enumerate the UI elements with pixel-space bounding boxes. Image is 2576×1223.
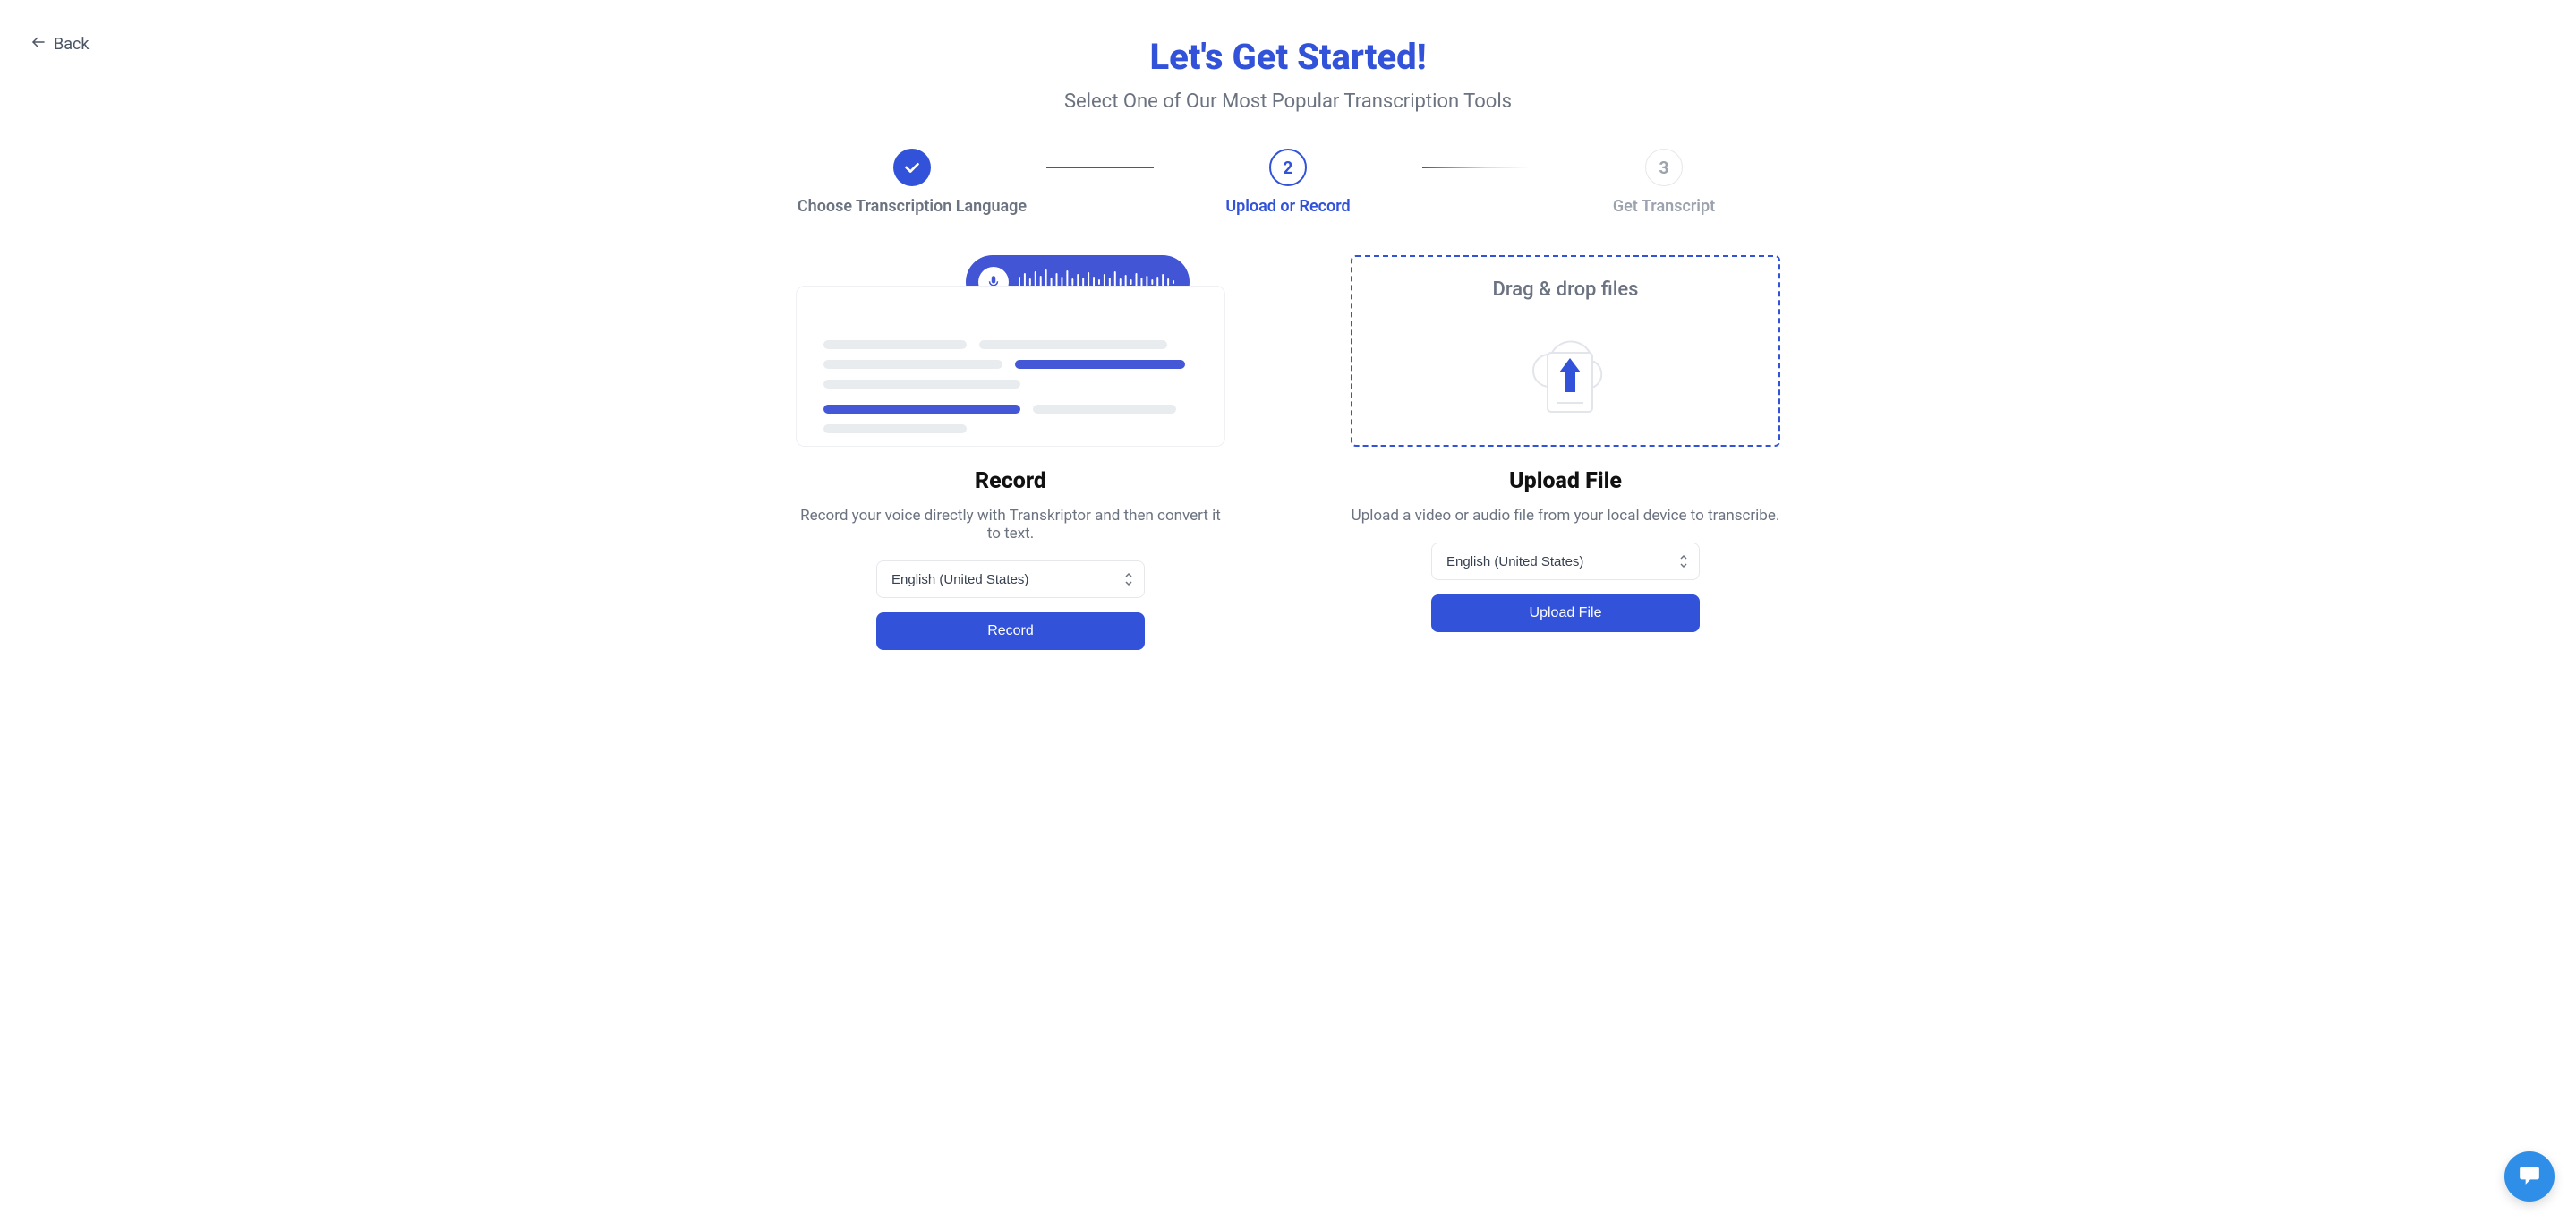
- step-connector: [1046, 167, 1154, 168]
- step-2: 2 Upload or Record: [1154, 149, 1422, 216]
- cloud-upload-icon: [1516, 319, 1615, 414]
- step-2-number: 2: [1269, 149, 1307, 186]
- step-3: 3 Get Transcript: [1530, 149, 1798, 216]
- record-illustration: [796, 255, 1225, 447]
- page-title: Let's Get Started!: [679, 36, 1897, 78]
- record-button[interactable]: Record: [876, 612, 1145, 650]
- back-link[interactable]: Back: [30, 34, 90, 55]
- upload-description: Upload a video or audio file from your l…: [1352, 507, 1780, 525]
- step-2-label: Upload or Record: [1225, 197, 1350, 216]
- upload-card: Drag & drop files Upload File Upload a v…: [1351, 255, 1780, 650]
- record-title: Record: [975, 468, 1046, 494]
- step-1-label: Choose Transcription Language: [798, 197, 1027, 216]
- dropzone-label: Drag & drop files: [1493, 278, 1639, 301]
- chat-icon: [2518, 1163, 2541, 1190]
- step-3-number: 3: [1645, 149, 1683, 186]
- checkmark-icon: [893, 149, 931, 186]
- step-3-label: Get Transcript: [1613, 197, 1715, 216]
- stepper: Choose Transcription Language 2 Upload o…: [679, 149, 1897, 216]
- upload-title: Upload File: [1509, 468, 1622, 494]
- record-description: Record your voice directly with Transkri…: [796, 507, 1225, 543]
- back-label: Back: [54, 35, 90, 54]
- chat-fab[interactable]: [2504, 1151, 2555, 1202]
- step-connector: [1422, 167, 1530, 168]
- transcript-preview: [796, 286, 1225, 447]
- page-subtitle: Select One of Our Most Popular Transcrip…: [679, 90, 1897, 113]
- step-1: Choose Transcription Language: [778, 149, 1046, 216]
- record-language-select[interactable]: [876, 560, 1145, 598]
- arrow-left-icon: [30, 34, 47, 55]
- dropzone[interactable]: Drag & drop files: [1351, 255, 1780, 447]
- upload-button[interactable]: Upload File: [1431, 594, 1700, 632]
- upload-language-select[interactable]: [1431, 543, 1700, 580]
- record-card: Record Record your voice directly with T…: [796, 255, 1225, 650]
